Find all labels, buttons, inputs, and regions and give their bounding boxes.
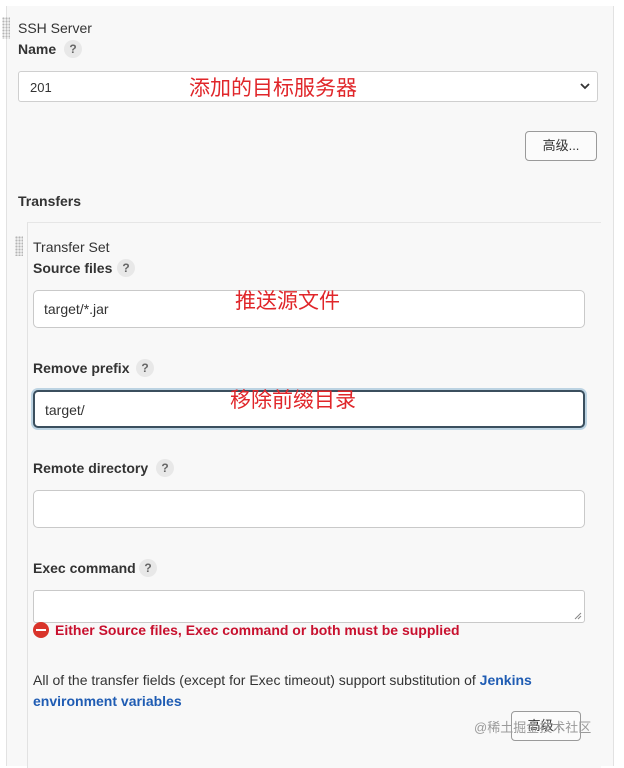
error-message: Either Source files, Exec command or bot… [55, 622, 460, 638]
remove-prefix-label: Remove prefix [33, 360, 130, 376]
remote-directory-label: Remote directory [33, 460, 149, 476]
source-files-value: target/*.jar [44, 301, 109, 317]
source-files-help-icon[interactable]: ? [117, 259, 135, 277]
resize-grip-icon[interactable] [574, 612, 582, 620]
remote-directory-help-icon[interactable]: ? [156, 459, 174, 477]
remote-directory-input[interactable] [33, 490, 585, 528]
exec-command-label: Exec command [33, 560, 136, 576]
ssh-server-selected-value: 201 [30, 80, 52, 95]
annotation-target-server: 添加的目标服务器 [189, 76, 357, 100]
ssh-server-advanced-button[interactable]: 高级... [525, 131, 597, 161]
exec-command-help-icon[interactable]: ? [139, 559, 157, 577]
exec-command-textarea[interactable] [33, 590, 585, 623]
validation-error: Either Source files, Exec command or bot… [33, 622, 460, 638]
source-files-label: Source files [33, 260, 113, 276]
name-label: Name [18, 41, 57, 57]
annotation-remove-prefix-dir: 移除前缀目录 [230, 388, 356, 412]
error-stop-icon [33, 622, 49, 638]
transfers-title: Transfers [18, 193, 82, 209]
description-text: All of the transfer fields (except for E… [33, 672, 480, 688]
ssh-server-drag-handle[interactable] [2, 17, 10, 39]
ssh-server-section-title: SSH Server [18, 20, 92, 36]
remove-prefix-value: target/ [45, 402, 85, 418]
name-help-icon[interactable]: ? [64, 40, 82, 58]
remove-prefix-help-icon[interactable]: ? [136, 359, 154, 377]
transfer-set-drag-handle[interactable] [15, 236, 23, 256]
watermark: @稀土掘金技术社区 [474, 720, 592, 735]
transfer-fields-description: All of the transfer fields (except for E… [33, 670, 553, 712]
annotation-push-source-files: 推送源文件 [235, 289, 340, 313]
chevron-down-icon [580, 83, 590, 90]
transfer-set-title: Transfer Set [33, 239, 110, 255]
